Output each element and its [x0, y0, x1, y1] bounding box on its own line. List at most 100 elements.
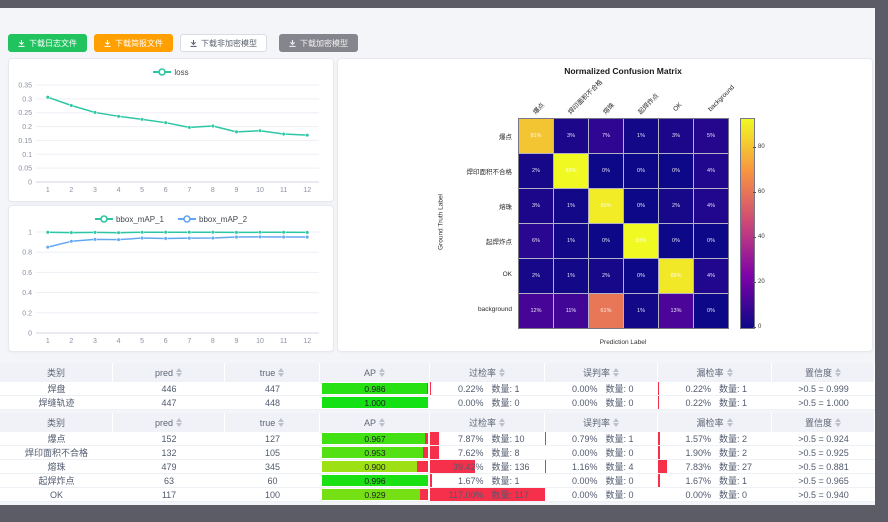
matrix-cell: 1% [554, 259, 588, 293]
legend-item-bbox_mAP_1[interactable]: bbox_mAP_1 [95, 214, 164, 224]
matrix-cell: 2% [589, 259, 623, 293]
sort-caret-icon[interactable] [176, 368, 182, 377]
cell-true: 60 [225, 474, 320, 487]
matrix-cell: 12% [519, 294, 553, 328]
legend-label: loss [174, 68, 188, 77]
download-button-1[interactable]: 下载日志文件 [8, 34, 87, 52]
colorbar-tick-label: 40 [758, 234, 765, 240]
button-label: 下载简报文件 [115, 38, 163, 49]
table-header-row: 类别predtrueAP过检率误判率漏检率置信度 [0, 363, 875, 382]
download-button-2[interactable]: 下载简报文件 [94, 34, 173, 52]
download-icon [18, 39, 25, 48]
matrix-cell: 0% [624, 154, 658, 188]
ap-value: 1.000 [322, 397, 428, 408]
button-label: 下载日志文件 [29, 38, 77, 49]
sort-caret-icon[interactable] [727, 418, 733, 427]
column-header-mis[interactable]: 误判率 [545, 363, 658, 382]
rate-percent: 1.67% [658, 476, 715, 486]
rate-count: 数量: 117 [488, 488, 546, 501]
column-header-pred[interactable]: pred [113, 363, 225, 382]
cell-mis: 0.00%数量: 0 [545, 382, 658, 395]
rate-percent: 1.90% [658, 448, 715, 458]
svg-text:1: 1 [28, 230, 32, 237]
rate-percent: 0.00% [545, 490, 602, 500]
cell-ap: 0.996 [320, 474, 430, 487]
rate-count: 数量: 1 [488, 382, 546, 395]
ap-bar: 0.967 [322, 433, 428, 444]
matrix-cell: 11% [554, 294, 588, 328]
legend-item-bbox_mAP_2[interactable]: bbox_mAP_2 [178, 214, 247, 224]
cell-ap: 0.967 [320, 432, 430, 445]
rate-percent: 0.00% [545, 398, 602, 408]
table-row: 焊盘4464470.9860.22%数量: 10.00%数量: 00.22%数量… [0, 382, 875, 396]
column-header-label: 置信度 [805, 366, 832, 379]
matrix-row-label: OK [348, 271, 512, 278]
column-header-pred[interactable]: pred [113, 413, 225, 432]
matrix-cell: 4% [694, 189, 728, 223]
column-header-miss[interactable]: 漏检率 [658, 363, 772, 382]
ap-bar: 0.996 [322, 475, 428, 486]
legend-label: bbox_mAP_2 [199, 215, 247, 224]
matrix-col-label: background [707, 84, 736, 113]
cell-mis: 0.00%数量: 0 [545, 488, 658, 501]
column-header-label: 过检率 [469, 366, 496, 379]
ap-bar: 1.000 [322, 397, 428, 408]
column-header-ap[interactable]: AP [320, 363, 430, 382]
column-header-conf[interactable]: 置信度 [772, 413, 875, 432]
legend-item-loss[interactable]: loss [153, 67, 188, 77]
matrix-cell: 4% [694, 259, 728, 293]
column-header-label: AP [364, 418, 376, 428]
cell-conf: >0.5 = 0.924 [772, 432, 875, 445]
column-header-conf[interactable]: 置信度 [772, 363, 875, 382]
colorbar-tick-mark [753, 327, 756, 328]
download-button-4[interactable]: 下载加密模型 [279, 34, 358, 52]
column-header-miss[interactable]: 漏检率 [658, 413, 772, 432]
sort-caret-icon[interactable] [499, 418, 505, 427]
cell-name: 焊印面积不合格 [0, 446, 113, 459]
cell-name: 焊缝轨迹 [0, 396, 113, 409]
sort-caret-icon[interactable] [835, 418, 841, 427]
cell-conf: >0.5 = 0.881 [772, 460, 875, 473]
sort-caret-icon[interactable] [278, 418, 284, 427]
cell-conf: >0.5 = 0.925 [772, 446, 875, 459]
svg-text:0.35: 0.35 [18, 83, 32, 90]
table-row: 焊缝轨迹4474481.0000.00%数量: 00.00%数量: 00.22%… [0, 396, 875, 410]
legend-label: bbox_mAP_1 [116, 215, 164, 224]
svg-text:0.8: 0.8 [22, 250, 32, 257]
column-header-label: 漏检率 [696, 416, 723, 429]
rate-percent: 0.00% [658, 490, 715, 500]
sort-caret-icon[interactable] [499, 368, 505, 377]
sort-caret-icon[interactable] [613, 418, 619, 427]
sort-caret-icon[interactable] [379, 418, 385, 427]
loss-chart-legend: loss [9, 64, 333, 80]
cell-name: 熔珠 [0, 460, 113, 473]
svg-text:7: 7 [187, 187, 191, 194]
column-header-true[interactable]: true [225, 363, 320, 382]
cell-mis: 0.00%数量: 0 [545, 396, 658, 409]
svg-text:12: 12 [303, 338, 311, 345]
sort-caret-icon[interactable] [727, 368, 733, 377]
sort-caret-icon[interactable] [379, 368, 385, 377]
cell-mis: 0.00%数量: 0 [545, 446, 658, 459]
download-button-3[interactable]: 下载非加密模型 [180, 34, 267, 52]
sort-caret-icon[interactable] [613, 368, 619, 377]
svg-text:3: 3 [93, 187, 97, 194]
ap-value: 0.929 [322, 489, 428, 500]
sort-caret-icon[interactable] [835, 368, 841, 377]
column-header-over[interactable]: 过检率 [430, 363, 545, 382]
matrix-cell: 3% [519, 189, 553, 223]
column-header-over[interactable]: 过检率 [430, 413, 545, 432]
colorbar-tick-label: 20 [758, 279, 765, 285]
column-header-label: 类别 [47, 416, 65, 429]
column-header-ap[interactable]: AP [320, 413, 430, 432]
matrix-cell: 93% [554, 154, 588, 188]
column-header-mis[interactable]: 误判率 [545, 413, 658, 432]
sort-caret-icon[interactable] [176, 418, 182, 427]
cell-mis: 0.00%数量: 0 [545, 474, 658, 487]
column-header-true[interactable]: true [225, 413, 320, 432]
sort-caret-icon[interactable] [278, 368, 284, 377]
download-icon [104, 39, 111, 48]
matrix-cell: 3% [554, 119, 588, 153]
map-chart-card: bbox_mAP_1bbox_mAP_2 00.20.40.60.8112345… [8, 205, 334, 352]
rate-count: 数量: 8 [488, 446, 546, 459]
